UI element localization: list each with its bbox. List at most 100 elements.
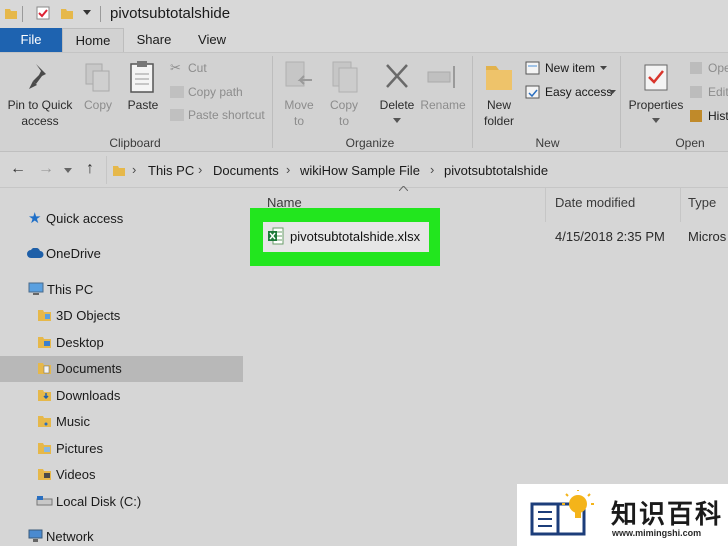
- column-divider[interactable]: [545, 188, 546, 222]
- copy-to-button[interactable]: Copy to: [323, 58, 365, 130]
- properties-check-icon[interactable]: [36, 6, 50, 20]
- back-arrow-icon[interactable]: ←: [10, 160, 26, 178]
- paste-icon: [130, 61, 154, 93]
- new-folder-line1: New: [486, 98, 511, 112]
- recent-locations-chevron-icon[interactable]: [64, 168, 72, 173]
- history-button[interactable]: Hist: [690, 108, 728, 124]
- copy-path-label: Copy path: [188, 85, 243, 99]
- history-icon: [690, 110, 702, 122]
- divider: [100, 6, 101, 22]
- desktop-folder-icon: [38, 337, 51, 348]
- tab-file[interactable]: File: [0, 28, 62, 52]
- 3d-objects-folder-icon: [38, 310, 51, 321]
- nav-item-3d-objects[interactable]: 3D Objects: [0, 303, 243, 329]
- nav-item-downloads[interactable]: Downloads: [0, 383, 243, 409]
- tab-home[interactable]: Home: [62, 28, 124, 52]
- group-separator: [620, 56, 621, 148]
- watermark-text: 知识百科: [611, 500, 724, 530]
- folder-icon[interactable]: [4, 6, 18, 20]
- move-to-line1: Move: [284, 98, 314, 112]
- new-item-label: New item: [545, 61, 596, 75]
- chevron-down-icon: [652, 118, 660, 123]
- breadcrumb-documents[interactable]: Documents: [213, 163, 279, 178]
- paste-shortcut-icon: [170, 109, 184, 121]
- nav-label: Local Disk (C:): [56, 494, 142, 509]
- folder-icon: [113, 166, 125, 176]
- network-icon: [28, 529, 43, 542]
- nav-item-music[interactable]: Music: [0, 409, 243, 435]
- rename-button[interactable]: Rename: [420, 58, 466, 118]
- copy-button[interactable]: Copy: [78, 58, 118, 118]
- pin-icon: [29, 64, 46, 89]
- nav-item-videos[interactable]: Videos: [0, 462, 243, 488]
- properties-icon: [644, 64, 668, 91]
- new-folder-button[interactable]: New folder: [478, 58, 520, 130]
- star-icon: ★: [28, 210, 42, 227]
- move-to-button[interactable]: Move to: [278, 58, 320, 130]
- title-bar: pivotsubtotalshide: [0, 0, 728, 28]
- easy-access-label: Easy access: [545, 85, 613, 99]
- easy-access-button[interactable]: Easy access: [525, 84, 616, 100]
- copy-to-line2: to: [338, 114, 349, 128]
- nav-item-local-disk[interactable]: Local Disk (C:): [0, 489, 243, 515]
- forward-arrow-icon[interactable]: →: [38, 160, 54, 178]
- pin-to-quick-access-button[interactable]: Pin to Quick access: [4, 58, 76, 130]
- breadcrumb-separator-icon[interactable]: ›: [198, 162, 202, 177]
- new-folder-line2: folder: [483, 114, 515, 128]
- breadcrumb-separator-icon[interactable]: ›: [430, 162, 434, 177]
- paste-shortcut-button[interactable]: Paste shortcut: [170, 107, 270, 123]
- nav-item-network[interactable]: Network: [0, 524, 243, 546]
- file-date-modified: 4/15/2018 2:35 PM: [555, 229, 665, 244]
- new-item-button[interactable]: New item: [525, 60, 615, 76]
- watermark-url: www.mimingshi.com: [612, 528, 702, 538]
- paste-button[interactable]: Paste: [122, 58, 164, 118]
- excel-file-icon: [268, 227, 284, 245]
- computer-icon: [28, 282, 44, 295]
- nav-item-this-pc[interactable]: This PC: [0, 277, 243, 303]
- breadcrumb-wikihow-sample-file[interactable]: wikiHow Sample File: [300, 163, 420, 178]
- cloud-icon: [27, 248, 44, 258]
- paste-label: Paste: [127, 98, 159, 112]
- copy-label: Copy: [83, 98, 112, 112]
- copy-icon: [85, 63, 110, 92]
- breadcrumb-current-folder[interactable]: pivotsubtotalshide: [444, 163, 548, 178]
- divider: [22, 6, 23, 22]
- column-header-date-modified[interactable]: Date modified: [555, 195, 635, 210]
- nav-label: This PC: [47, 282, 94, 297]
- rename-label: Rename: [420, 98, 466, 112]
- delete-label: Delete: [379, 98, 415, 112]
- tab-share[interactable]: Share: [128, 28, 180, 52]
- properties-button[interactable]: Properties: [626, 58, 686, 130]
- breadcrumb-separator-icon[interactable]: ›: [286, 162, 290, 177]
- column-divider[interactable]: [680, 188, 681, 222]
- open-button[interactable]: Ope: [690, 60, 728, 76]
- column-header-type[interactable]: Type: [688, 195, 716, 210]
- edit-icon: [690, 86, 702, 98]
- sort-ascending-icon[interactable]: [399, 186, 408, 191]
- edit-button[interactable]: Edit: [690, 84, 728, 100]
- copy-path-button[interactable]: Copy path: [170, 84, 270, 100]
- open-icon: [690, 62, 702, 74]
- nav-item-quick-access[interactable]: ★ Quick access: [0, 206, 243, 232]
- breadcrumb-separator-icon[interactable]: ›: [132, 162, 136, 177]
- nav-label: Documents: [56, 361, 122, 376]
- copy-to-icon: [332, 61, 358, 93]
- nav-item-desktop[interactable]: Desktop: [0, 330, 243, 356]
- rename-icon: [427, 66, 455, 88]
- delete-button[interactable]: Delete: [374, 58, 420, 130]
- nav-label: Videos: [56, 467, 96, 482]
- nav-item-documents[interactable]: Documents: [0, 356, 243, 382]
- group-label-open: Open: [675, 136, 705, 150]
- new-folder-icon[interactable]: [60, 6, 74, 20]
- cut-label: Cut: [188, 61, 207, 75]
- file-name[interactable]: pivotsubtotalshide.xlsx: [290, 229, 420, 244]
- tab-view[interactable]: View: [186, 28, 238, 52]
- breadcrumb-this-pc[interactable]: This PC: [148, 163, 194, 178]
- nav-item-pictures[interactable]: Pictures: [0, 436, 243, 462]
- music-folder-icon: [38, 416, 51, 427]
- nav-label: Music: [56, 414, 90, 429]
- nav-item-onedrive[interactable]: OneDrive: [0, 241, 243, 267]
- customize-dropdown-icon[interactable]: [83, 10, 91, 16]
- ribbon-tabs: File Home Share View: [0, 28, 728, 52]
- up-arrow-icon[interactable]: ↑: [86, 160, 94, 178]
